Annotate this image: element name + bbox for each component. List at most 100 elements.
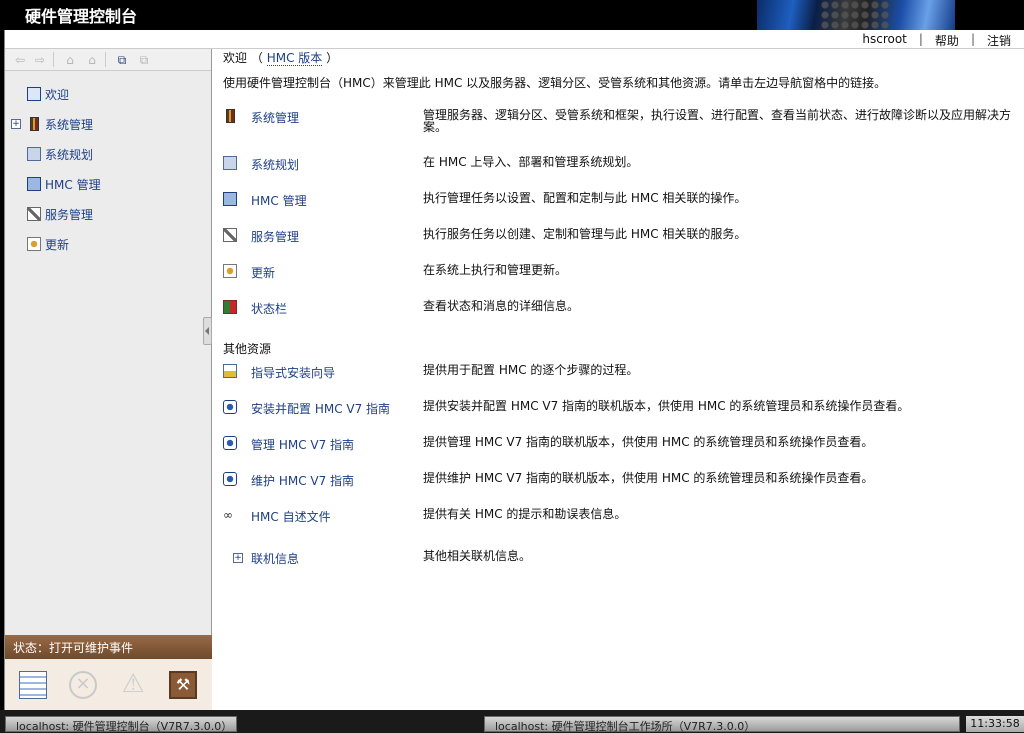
row-link[interactable]: 更新 — [251, 264, 275, 281]
taskbar-item-workplace[interactable]: localhost: 硬件管理控制台工作场所（V7R7.3.0.0） — [484, 716, 960, 733]
app-title: 硬件管理控制台 — [25, 7, 138, 26]
row-description: 在 HMC 上导入、部署和管理系统规划。 — [423, 155, 639, 169]
updates-icon — [223, 264, 237, 278]
row-description: 执行服务任务以创建、定制和管理与此 HMC 相关联的服务。 — [423, 227, 747, 241]
navigation-pane: ⇦ ⇨ ⌂ ⌂ ⧉ ⧉ 欢迎 + 系统管理 系统规划 HMC 管理 服务管理 更… — [5, 49, 212, 710]
collapse-all-icon[interactable]: ⧉ — [137, 53, 151, 67]
expand-icon[interactable]: + — [11, 119, 21, 129]
row-description: 在系统上执行和管理更新。 — [423, 263, 568, 277]
content-row-online-info: + 联机信息 其他相关联机信息。 — [223, 550, 1023, 570]
content-row-status-bar: 状态栏 查看状态和消息的详细信息。 — [223, 300, 1023, 320]
nav-item-label[interactable]: 系统规划 — [45, 146, 93, 163]
title-bar: 硬件管理控制台 — [0, 0, 1024, 30]
help-link[interactable]: 帮助 — [929, 32, 965, 49]
system-plans-icon — [27, 147, 41, 161]
favorite-icon[interactable]: ⌂ — [85, 53, 99, 67]
other-resources-heading: 其他资源 — [223, 342, 272, 356]
separator: | — [918, 32, 923, 46]
row-link[interactable]: 联机信息 — [251, 550, 299, 567]
status-bar-label[interactable]: 状态：打开可维护事件 — [5, 635, 212, 659]
guide-book-icon — [223, 436, 237, 450]
content-row-readme: ∞ HMC 自述文件 提供有关 HMC 的提示和勘误表信息。 — [223, 508, 1023, 528]
content-row-systems-management: 系统管理 管理服务器、逻辑分区、受管系统和框架，执行设置、进行配置、查看当前状态… — [223, 109, 1023, 133]
expand-all-icon[interactable]: ⧉ — [115, 53, 129, 67]
clock: 11:33:58 — [966, 716, 1024, 732]
toolbar-divider — [53, 52, 54, 67]
nav-item-updates[interactable]: 更新 — [5, 235, 211, 265]
row-description: 执行管理任务以设置、配置和定制与此 HMC 相关联的操作。 — [423, 191, 747, 205]
nav-item-service-management[interactable]: 服务管理 — [5, 205, 211, 235]
nav-item-welcome[interactable]: 欢迎 — [5, 85, 211, 115]
guide-book-icon — [223, 400, 237, 414]
wizard-icon — [223, 364, 237, 378]
expand-icon[interactable]: + — [233, 553, 243, 563]
toolbar-divider — [105, 52, 106, 67]
status-icons: × ⚠ ⚒ — [5, 659, 212, 710]
row-link[interactable]: 服务管理 — [251, 228, 299, 245]
row-description: 提供有关 HMC 的提示和勘误表信息。 — [423, 507, 627, 521]
main-window: hscroot | 帮助 | 注销 ⇦ ⇨ ⌂ ⌂ ⧉ ⧉ 欢迎 + 系统管理 … — [4, 30, 1024, 710]
error-icon[interactable]: × — [69, 671, 97, 699]
row-link[interactable]: 管理 HMC V7 指南 — [251, 436, 354, 453]
logout-link[interactable]: 注销 — [981, 32, 1017, 49]
back-arrow-icon[interactable]: ⇦ — [13, 53, 27, 67]
content-row-system-plans: 系统规划 在 HMC 上导入、部署和管理系统规划。 — [223, 156, 1023, 176]
welcome-icon — [27, 87, 41, 101]
content-row-guided-setup: 指导式安装向导 提供用于配置 HMC 的逐个步骤的过程。 — [223, 364, 1023, 384]
hmc-management-icon — [223, 192, 237, 206]
row-description: 管理服务器、逻辑分区、受管系统和框架，执行设置、进行配置、查看当前状态、进行故障… — [423, 108, 1012, 134]
nav-item-label[interactable]: 服务管理 — [45, 206, 93, 223]
pane-collapse-handle[interactable] — [203, 317, 212, 345]
nav-item-system-plans[interactable]: 系统规划 — [5, 145, 211, 175]
event-log-icon[interactable] — [19, 671, 47, 699]
row-description: 提供安装并配置 HMC V7 指南的联机版本，供使用 HMC 的系统管理员和系统… — [423, 399, 910, 413]
row-description: 查看状态和消息的详细信息。 — [423, 299, 580, 313]
content-row-install-guide: 安装并配置 HMC V7 指南 提供安装并配置 HMC V7 指南的联机版本，供… — [223, 400, 1023, 420]
row-link[interactable]: 状态栏 — [251, 300, 287, 317]
content-pane: 欢迎 （ HMC 版本 ） 使用硬件管理控制台（HMC）来管理此 HMC 以及服… — [213, 49, 1024, 710]
welcome-heading: 欢迎 （ HMC 版本 ） — [223, 49, 338, 66]
service-management-icon — [27, 207, 41, 221]
nav-item-label[interactable]: 更新 — [45, 236, 69, 253]
row-link[interactable]: HMC 管理 — [251, 192, 307, 209]
nav-item-label[interactable]: 欢迎 — [45, 86, 69, 103]
row-link[interactable]: HMC 自述文件 — [251, 508, 331, 525]
nav-item-systems-management[interactable]: + 系统管理 — [5, 115, 211, 145]
row-description: 提供管理 HMC V7 指南的联机版本，供使用 HMC 的系统管理员和系统操作员… — [423, 435, 874, 449]
system-plans-icon — [223, 156, 237, 170]
status-bar-icon — [223, 300, 237, 314]
welcome-label: 欢迎 — [223, 51, 248, 65]
paren-open: （ — [250, 51, 263, 65]
updates-icon — [27, 237, 41, 251]
content-row-manage-guide: 管理 HMC V7 指南 提供管理 HMC V7 指南的联机版本，供使用 HMC… — [223, 436, 1023, 456]
nav-tree: 欢迎 + 系统管理 系统规划 HMC 管理 服务管理 更新 — [5, 85, 211, 265]
row-description: 提供用于配置 HMC 的逐个步骤的过程。 — [423, 363, 639, 377]
nav-item-label[interactable]: HMC 管理 — [45, 176, 101, 193]
hmc-management-icon — [27, 177, 41, 191]
nav-item-hmc-management[interactable]: HMC 管理 — [5, 175, 211, 205]
row-link[interactable]: 系统规划 — [251, 156, 299, 173]
content-row-updates: 更新 在系统上执行和管理更新。 — [223, 264, 1023, 284]
row-description: 其他相关联机信息。 — [423, 549, 532, 563]
taskbar-item-console[interactable]: localhost: 硬件管理控制台（V7R7.3.0.0） — [5, 716, 237, 733]
warning-icon[interactable]: ⚠ — [119, 671, 147, 699]
nav-item-label[interactable]: 系统管理 — [45, 116, 93, 133]
row-link[interactable]: 指导式安装向导 — [251, 364, 335, 381]
top-navigation: hscroot | 帮助 | 注销 — [5, 30, 1024, 49]
nav-toolbar: ⇦ ⇨ ⌂ ⌂ ⧉ ⧉ — [5, 49, 211, 71]
row-link[interactable]: 安装并配置 HMC V7 指南 — [251, 400, 390, 417]
hmc-version-link[interactable]: HMC 版本 — [266, 51, 323, 66]
taskbar: localhost: 硬件管理控制台（V7R7.3.0.0） localhost… — [0, 710, 1024, 733]
paren-close: ） — [326, 51, 339, 65]
content-row-service-guide: 维护 HMC V7 指南 提供维护 HMC V7 指南的联机版本，供使用 HMC… — [223, 472, 1023, 492]
content-row-service-management: 服务管理 执行服务任务以创建、定制和管理与此 HMC 相关联的服务。 — [223, 228, 1023, 248]
content-row-hmc-management: HMC 管理 执行管理任务以设置、配置和定制与此 HMC 相关联的操作。 — [223, 192, 1023, 212]
home-icon[interactable]: ⌂ — [63, 53, 77, 67]
row-link[interactable]: 维护 HMC V7 指南 — [251, 472, 354, 489]
forward-arrow-icon[interactable]: ⇨ — [33, 53, 47, 67]
row-link[interactable]: 系统管理 — [251, 109, 299, 126]
intro-text: 使用硬件管理控制台（HMC）来管理此 HMC 以及服务器、逻辑分区、受管系统和其… — [223, 76, 887, 90]
serviceable-event-icon[interactable]: ⚒ — [169, 671, 197, 699]
row-description: 提供维护 HMC V7 指南的联机版本，供使用 HMC 的系统管理员和系统操作员… — [423, 471, 874, 485]
systems-management-icon — [30, 117, 39, 131]
